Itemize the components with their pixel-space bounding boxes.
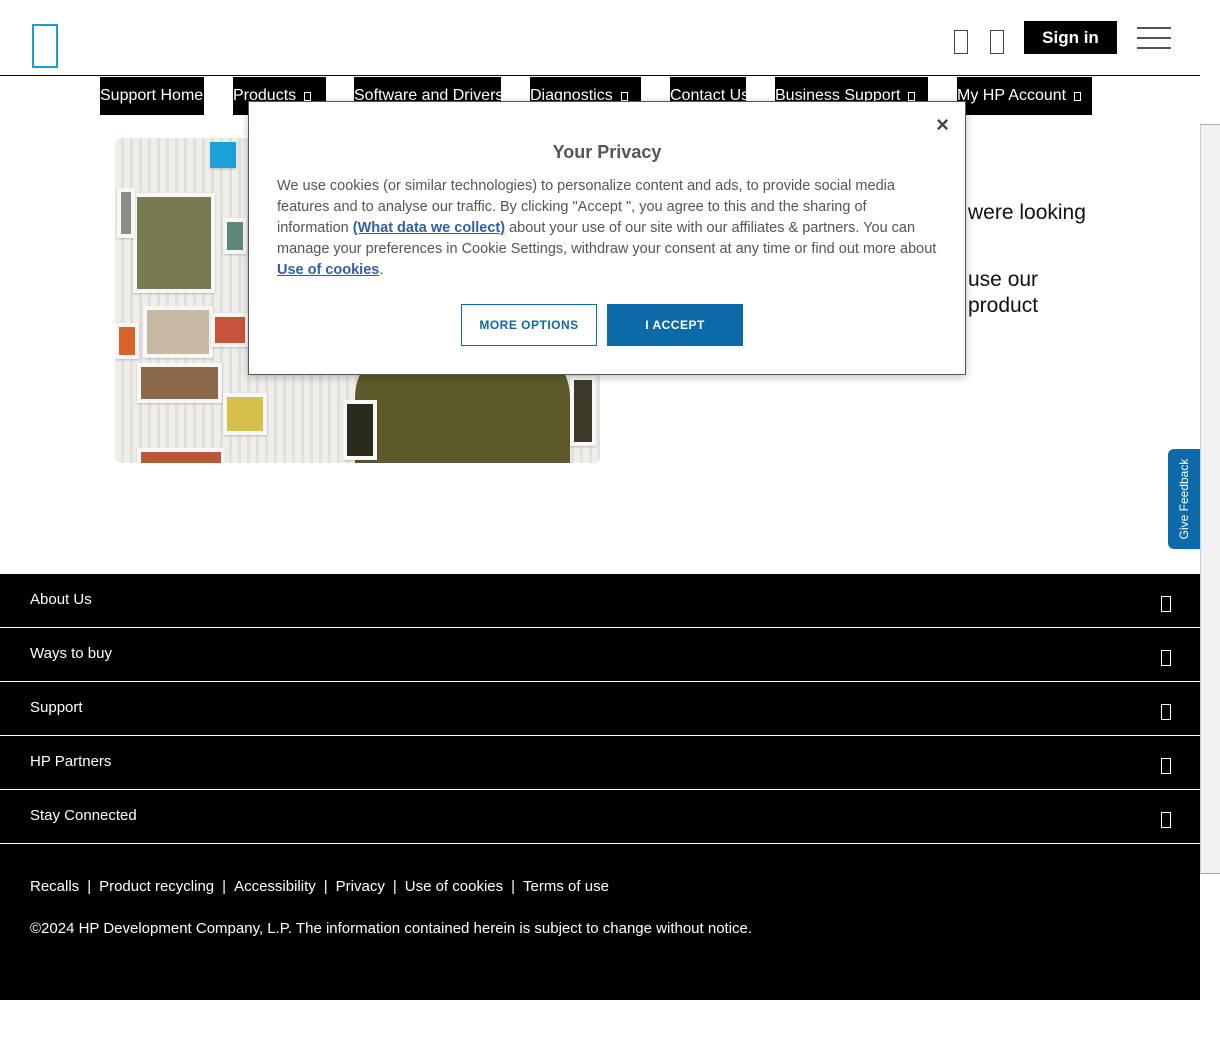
expand-icon <box>1161 758 1171 774</box>
expand-icon <box>1161 650 1171 666</box>
nav-item-label: My HP Account <box>957 87 1067 104</box>
footer-section-support[interactable]: Support <box>0 682 1200 736</box>
expand-icon <box>1161 596 1171 612</box>
footer-section-ways-to-buy[interactable]: Ways to buy <box>0 628 1200 682</box>
privacy-link[interactable]: Privacy <box>336 878 385 895</box>
nav-item-my-hp-account[interactable]: My HP Account <box>957 77 1092 115</box>
footer-links: Recalls | Product recycling | Accessibility |… <box>30 878 609 895</box>
footer-section-hp-partners[interactable]: HP Partners <box>0 736 1200 790</box>
chevron-down-icon <box>1074 92 1082 101</box>
cart-icon[interactable] <box>990 30 1004 54</box>
nav-item-support-home[interactable]: Support Home <box>100 77 204 115</box>
chevron-down-icon <box>620 92 628 101</box>
privacy-dialog-body: We use cookies (or similar technologies)… <box>277 176 937 281</box>
hero-text-line3: product <box>968 294 1039 317</box>
scrollbar[interactable] <box>1200 124 1220 874</box>
expand-icon <box>1161 704 1171 720</box>
hp-logo-icon[interactable] <box>32 24 58 68</box>
hero-text-line2: use our <box>968 268 1039 291</box>
use-of-cookies-link[interactable]: Use of cookies <box>277 262 379 278</box>
accept-button[interactable]: I ACCEPT <box>607 304 743 346</box>
footer-section-label: Stay Connected <box>30 807 137 824</box>
use-of-cookies-footer-link[interactable]: Use of cookies <box>405 878 503 895</box>
footer-section-stay-connected[interactable]: Stay Connected <box>0 790 1200 844</box>
more-options-button[interactable]: MORE OPTIONS <box>461 304 597 346</box>
recalls-link[interactable]: Recalls <box>30 878 79 895</box>
site-header: Sign in <box>0 0 1200 76</box>
product-recycling-link[interactable]: Product recycling <box>99 878 214 895</box>
expand-icon <box>1161 812 1171 828</box>
terms-of-use-link[interactable]: Terms of use <box>523 878 609 895</box>
privacy-dialog-title: Your Privacy <box>552 142 662 162</box>
search-icon[interactable] <box>954 30 968 54</box>
menu-icon[interactable] <box>1137 27 1171 51</box>
footer-section-label: Support <box>30 699 83 716</box>
close-icon[interactable]: × <box>936 112 949 138</box>
chevron-down-icon <box>908 92 916 101</box>
what-data-we-collect-link[interactable]: (What data we collect) <box>353 220 505 236</box>
footer-section-label: HP Partners <box>30 753 112 770</box>
privacy-dialog: × Your Privacy We use cookies (or simila… <box>248 101 966 375</box>
footer-section-label: About Us <box>30 591 92 608</box>
sign-in-button[interactable]: Sign in <box>1024 21 1117 54</box>
footer-section-label: Ways to buy <box>30 645 112 662</box>
give-feedback-label: Give Feedback <box>1177 458 1191 540</box>
footer-section-about-us[interactable]: About Us <box>0 574 1200 628</box>
give-feedback-button[interactable]: Give Feedback <box>1168 449 1200 549</box>
site-footer: About Us Ways to buy Support HP Partners… <box>0 574 1200 1000</box>
chevron-down-icon <box>304 92 312 101</box>
hero-text-line1: were looking <box>968 201 1086 224</box>
accessibility-link[interactable]: Accessibility <box>234 878 316 895</box>
copyright-text: ©2024 HP Development Company, L.P. The i… <box>30 920 753 937</box>
nav-item-label: Support Home <box>100 87 204 104</box>
privacy-text-part3: . <box>379 262 384 278</box>
